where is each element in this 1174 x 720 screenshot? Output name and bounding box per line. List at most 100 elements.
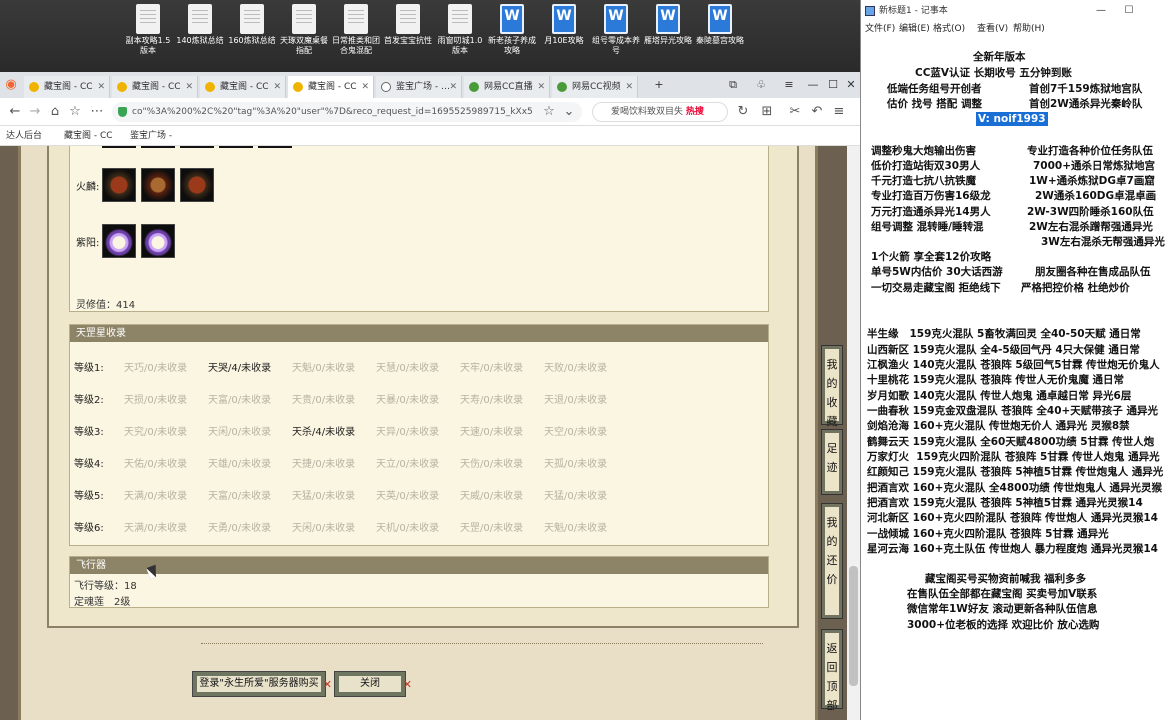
more-icon[interactable]: ⋯ — [88, 103, 106, 121]
desktop-icon[interactable]: 月10E攻略 — [538, 4, 590, 46]
grid-icon[interactable]: ⊞ — [758, 103, 776, 121]
menu-icon[interactable]: ≡ — [778, 76, 800, 94]
desktop-icon-label: 160炼狱总结 — [228, 36, 276, 45]
tab-close-icon[interactable]: ✕ — [625, 76, 633, 98]
tab-close-icon[interactable]: ✕ — [361, 76, 369, 98]
tiangang-row: 等级6: 天满/0/未收录 天勇/0/未收录 天闲/0/未收录 天机/0/未收录 天罡/0… — [70, 519, 760, 537]
desktop-icon[interactable]: 天琢双魔桌餐指配 — [278, 4, 330, 56]
desktop-icon[interactable]: 雨窗叨城1.0版本 — [434, 4, 486, 56]
tab-close-icon[interactable]: ✕ — [449, 76, 457, 98]
text-line: 万元打造通杀异光14男人 — [871, 206, 991, 218]
hot-search-badge: 热搜 — [685, 107, 704, 117]
desktop-icon[interactable]: 秦陵墓宫攻略 — [694, 4, 746, 46]
text-line: 藏宝阁买号买物资前喊我 福利多多 — [925, 573, 1087, 585]
notepad-menu-item[interactable]: 编辑(E) — [899, 22, 930, 36]
tab-close-icon[interactable]: ✕ — [273, 76, 281, 98]
feixingqi-title: 飞行器 — [70, 557, 768, 574]
text-line: 一战倾城 160+克火四阶混队 苍狼阵 5甘霖 通异光 — [867, 528, 1109, 540]
tiangang-star: 天猛/0/未收录 — [544, 491, 608, 502]
notepad-title: 新标题1 - 记事本 — [879, 6, 948, 16]
maximize-button[interactable]: ☐ — [1115, 0, 1143, 22]
tiangang-star: 天闲/0/未收录 — [292, 523, 356, 534]
fire-gem-icon[interactable] — [102, 168, 136, 202]
close-button-label: 关闭 — [360, 678, 380, 689]
new-tab-button[interactable]: + — [648, 76, 670, 94]
desktop-icon[interactable]: 新老孩子养成攻略 — [486, 4, 538, 56]
tab-label: 鉴宝广场 - … — [396, 82, 450, 92]
notepad-menu-item[interactable]: 格式(O) — [933, 22, 965, 36]
browser-tab[interactable]: 藏宝阁 - CC ✕ — [24, 76, 110, 98]
browser-tab[interactable]: 鉴宝广场 - … ✕ — [376, 76, 462, 98]
tiangang-star: 天雄/0/未收录 — [208, 459, 272, 470]
bookmark-item[interactable]: 鉴宝广场 - — [130, 126, 172, 146]
tiangang-star: 天满/0/未收录 — [124, 491, 188, 502]
purple-gem-icon[interactable] — [102, 224, 136, 258]
desktop-icon[interactable]: 140炼狱总结 — [174, 4, 226, 46]
url-input[interactable]: co"%3A%200%2C%20"tag"%3A%20"user"%7D&rec… — [112, 102, 582, 122]
side-button[interactable]: 返回顶部 — [821, 629, 843, 712]
desktop-icon[interactable]: 副本攻略1.5版本 — [122, 4, 174, 56]
home-icon[interactable]: ⌂ — [46, 103, 64, 121]
page-content: 火麟: 紫阳: 灵修值：414 天罡星收录 等级1: 天巧/0/未收录 天哭/4/未收… — [0, 146, 860, 720]
tiangang-level-label: 等级1: — [74, 363, 104, 374]
scrollbar-thumb[interactable] — [849, 566, 858, 686]
desktop-icon[interactable]: 首发宝宝抗性 — [382, 4, 434, 46]
tab-count-icon[interactable]: ⧉ — [722, 76, 744, 94]
search-input[interactable]: 爱喝饮料致双目失 热搜 — [592, 102, 728, 122]
side-button[interactable]: 我的收藏 — [821, 345, 843, 428]
tiangang-row: 等级5: 天满/0/未收录 天富/0/未收录 天猛/0/未收录 天英/0/未收录 天威/0… — [70, 487, 760, 505]
desktop-icon[interactable]: 组号零成本养号 — [590, 4, 642, 56]
close-window-button[interactable]: ✕ — [840, 76, 862, 94]
vertical-scrollbar[interactable] — [847, 146, 860, 720]
text-line: 1个火箭 享全套12价攻略 — [871, 251, 992, 263]
bookmark-item[interactable]: 藏宝阁 - CC — [64, 126, 113, 146]
desktop-icon[interactable]: 160炼狱总结 — [226, 4, 278, 46]
shirt-icon[interactable]: ♧ — [750, 76, 772, 94]
gem-row: 火麟: — [76, 168, 276, 204]
settings-icon[interactable]: ≡ — [830, 103, 848, 121]
desktop-icon-label: 秦陵墓宫攻略 — [696, 36, 744, 45]
buy-button[interactable]: 登录"永生所爱"服务器购买 ✕ — [192, 671, 332, 697]
minimize-button[interactable]: — — [802, 76, 824, 94]
browser-logo-icon: ◉ — [5, 77, 17, 92]
fire2-gem-icon[interactable] — [141, 168, 175, 202]
dropdown-icon[interactable]: ⌄ — [560, 103, 578, 121]
desktop-icon[interactable]: 日常推类和团合鬼混配 — [330, 4, 382, 56]
close-button[interactable]: 关闭 ✕ — [334, 671, 412, 697]
browser-tab[interactable]: 网易CC视频 ✕ — [552, 76, 638, 98]
favorite-icon[interactable]: ☆ — [540, 103, 558, 121]
scissors-icon[interactable]: ✂ — [786, 103, 804, 121]
browser-tab[interactable]: 藏宝阁 - CC ✕ — [112, 76, 198, 98]
notepad-menu-item[interactable]: 帮助(H) — [1013, 22, 1045, 36]
bookmark-star-icon[interactable]: ☆ — [66, 103, 84, 121]
notepad-icon — [865, 6, 875, 16]
undo-icon[interactable]: ↶ — [808, 103, 826, 121]
browser-tab[interactable]: 藏宝阁 - CC ✕ — [288, 76, 374, 98]
text-line: 万家灯火 159克火四阶混队 苍狼阵 5甘霖 传世人炮鬼 通异光 — [867, 451, 1160, 463]
forward-icon[interactable]: → — [26, 103, 44, 121]
tab-close-icon[interactable]: ✕ — [537, 76, 545, 98]
browser-tab[interactable]: 网易CC直播 ✕ — [464, 76, 550, 98]
tiangang-star: 天机/0/未收录 — [376, 523, 440, 534]
tab-close-icon[interactable]: ✕ — [97, 76, 105, 98]
globe-icon — [381, 82, 391, 92]
notepad-menu-item[interactable]: 文件(F) — [865, 22, 895, 36]
browser-tab[interactable]: 藏宝阁 - CC ✕ — [200, 76, 286, 98]
refresh-icon[interactable]: ↻ — [734, 103, 752, 121]
side-button[interactable]: 足迹 — [821, 429, 843, 495]
tiangang-level-label: 等级2: — [74, 395, 104, 406]
purple-gem-icon[interactable] — [141, 224, 175, 258]
notepad-text-area[interactable]: 全新年版本 CC蓝V认证 长期收号 五分钟到账 低端任务组号开创者 首创7千159炼狱… — [861, 36, 1174, 720]
tab-close-icon[interactable]: ✕ — [185, 76, 193, 98]
notepad-menu-item[interactable]: 查看(V) — [977, 22, 1008, 36]
tab-label: 藏宝阁 - CC — [44, 82, 93, 92]
desktop-icon-label: 140炼狱总结 — [176, 36, 224, 45]
gem-row-top-clipped — [102, 146, 292, 148]
minimize-button[interactable]: — — [1087, 0, 1115, 22]
back-icon[interactable]: ← — [6, 103, 24, 121]
desktop-icon[interactable]: 雁塔异光攻略 — [642, 4, 694, 46]
text-line: 2W通杀160DG卓混卓画 — [1035, 190, 1157, 202]
fire-gem-icon[interactable] — [180, 168, 214, 202]
side-button[interactable]: 我的还价 — [821, 503, 843, 619]
bookmark-item[interactable]: 达人后台 — [6, 126, 42, 146]
